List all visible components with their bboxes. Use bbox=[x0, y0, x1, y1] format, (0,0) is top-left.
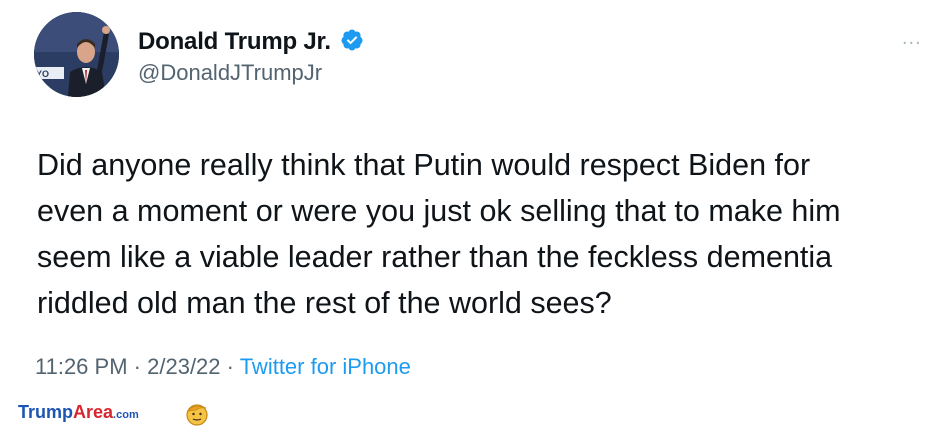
meta-separator: · bbox=[133, 354, 141, 379]
tweet-time[interactable]: 11:26 PM bbox=[35, 354, 128, 379]
tweet-date[interactable]: 2/23/22 bbox=[147, 354, 220, 379]
handle[interactable]: @DonaldJTrumpJr bbox=[138, 60, 322, 86]
avatar-image: YO bbox=[34, 12, 119, 97]
svg-text:YO: YO bbox=[36, 69, 49, 79]
more-options-icon[interactable]: ... bbox=[902, 28, 926, 48]
avatar[interactable]: YO bbox=[34, 12, 119, 97]
tweet-card: YO Donald Trump Jr. @DonaldJTrumpJr ... … bbox=[0, 0, 940, 428]
tweet-metadata: 11:26 PM · 2/23/22 · Twitter for iPhone bbox=[35, 354, 411, 380]
watermark-face-icon bbox=[186, 404, 208, 426]
tweet-text: Did anyone really think that Putin would… bbox=[37, 148, 841, 320]
tweet-source[interactable]: Twitter for iPhone bbox=[240, 354, 411, 379]
display-name[interactable]: Donald Trump Jr. bbox=[138, 28, 331, 56]
watermark-part-com: .com bbox=[113, 409, 139, 421]
watermark-part-area: Area bbox=[73, 402, 114, 422]
watermark-part-trump: Trump bbox=[18, 402, 74, 422]
watermark: TrumpArea.com bbox=[18, 402, 139, 423]
verified-badge-icon bbox=[341, 29, 363, 51]
meta-separator: · bbox=[226, 354, 234, 379]
